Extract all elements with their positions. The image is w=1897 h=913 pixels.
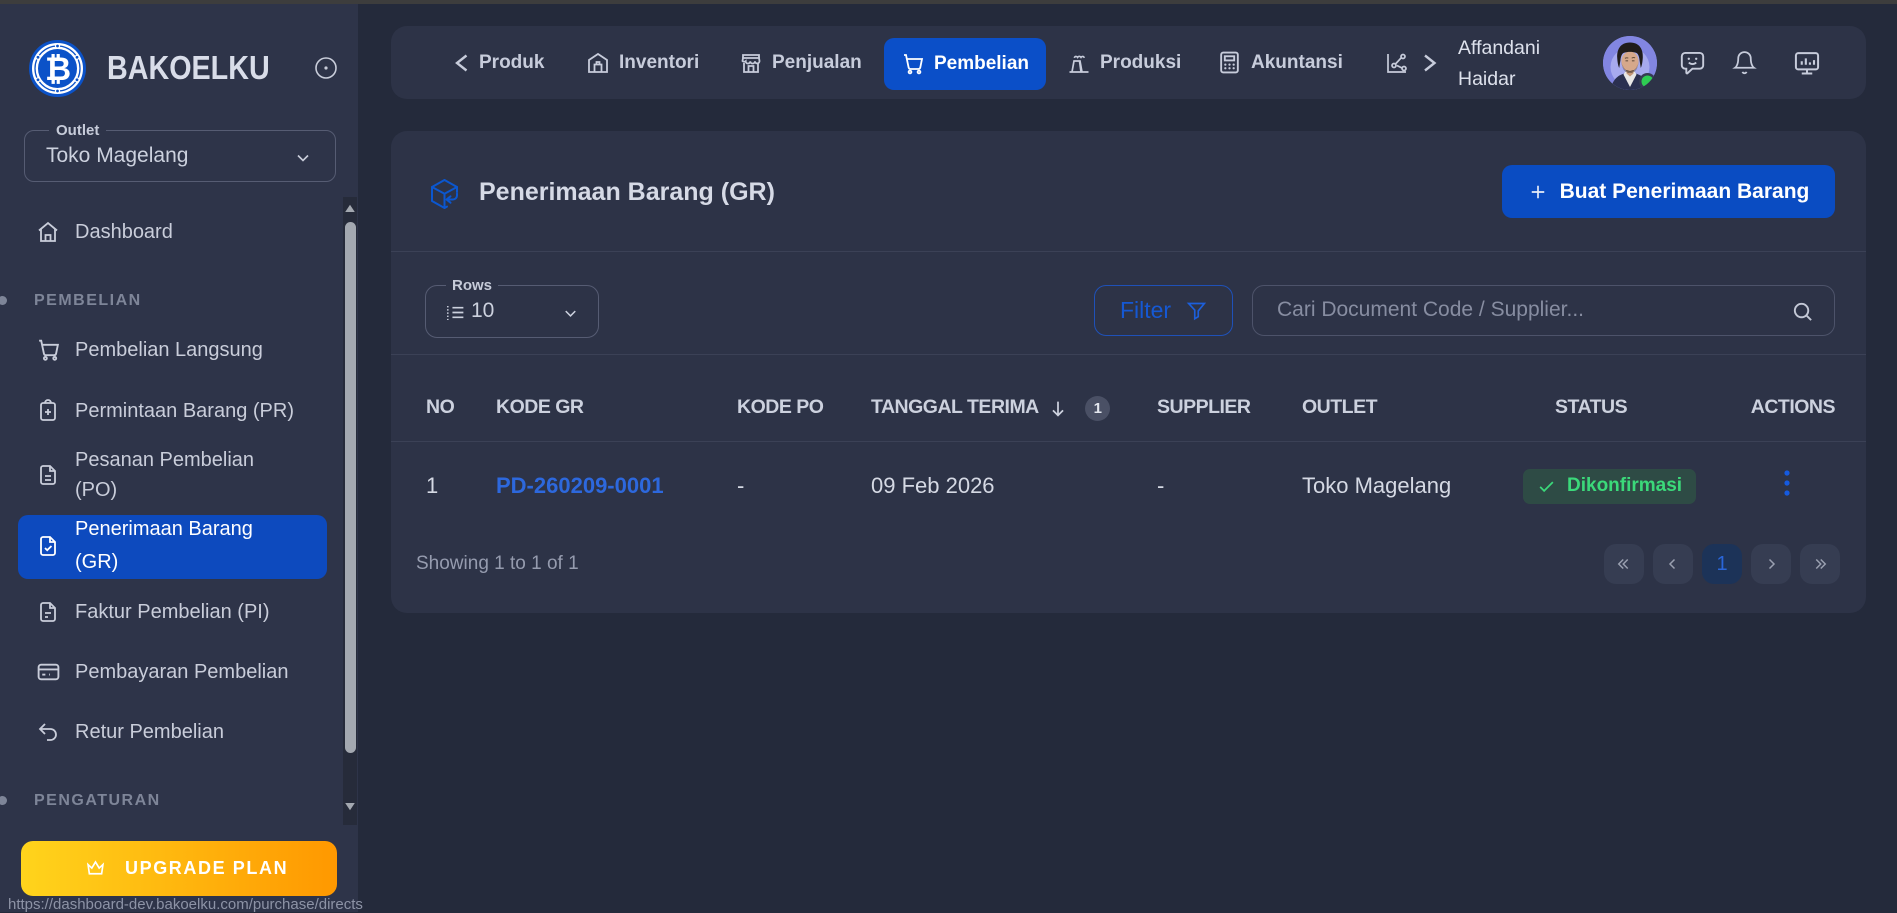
svg-text:₿: ₿ — [45, 51, 71, 87]
